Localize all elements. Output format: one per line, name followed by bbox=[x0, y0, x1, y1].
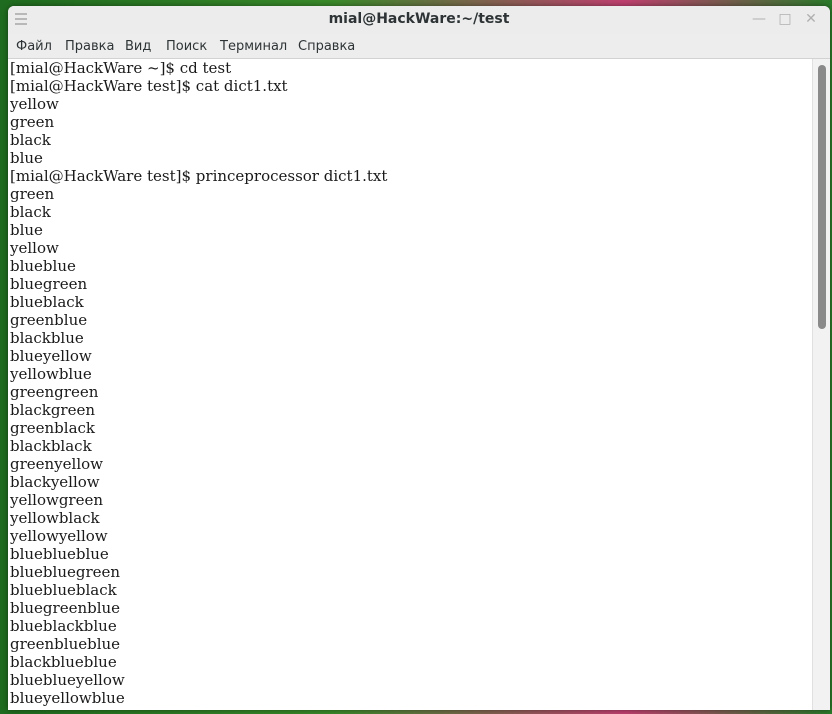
terminal-line: yellowyellow bbox=[10, 527, 108, 545]
terminal-line: blueblueblue bbox=[10, 545, 109, 563]
terminal-line: blackblueblue bbox=[10, 653, 117, 671]
minimize-button[interactable]: — bbox=[752, 12, 766, 26]
terminal-line: bluegreenblue bbox=[10, 599, 121, 617]
menu-help[interactable]: Справка bbox=[298, 39, 355, 54]
menu-terminal[interactable]: Терминал bbox=[220, 39, 287, 54]
terminal-line: blue bbox=[10, 221, 43, 239]
terminal-line: blueyellow bbox=[10, 347, 92, 365]
terminal-line: [mial@HackWare test]$ princeprocessor di… bbox=[10, 167, 388, 185]
terminal-line: yellow bbox=[10, 95, 59, 113]
terminal-line: greenblueblue bbox=[10, 635, 121, 653]
terminal-line: greenblue bbox=[10, 311, 88, 329]
window-title: mial@HackWare:~/test bbox=[328, 11, 510, 27]
terminal-line: greenyellow bbox=[10, 455, 104, 473]
terminal-line: blackyellow bbox=[10, 473, 100, 491]
terminal-line: blackblack bbox=[10, 437, 92, 455]
terminal-line: greengreen bbox=[10, 383, 99, 401]
scrollbar[interactable] bbox=[812, 59, 830, 710]
terminal-line: blueblueblack bbox=[10, 581, 117, 599]
menu-view[interactable]: Вид bbox=[125, 39, 151, 54]
menu-edit[interactable]: Правка bbox=[65, 39, 114, 54]
terminal-line: blackgreen bbox=[10, 401, 96, 419]
menu-bar: Файл Правка Вид Поиск Терминал Справка bbox=[8, 34, 830, 59]
terminal-line: blueblackblue bbox=[10, 617, 117, 635]
terminal-line: yellow bbox=[10, 239, 59, 257]
terminal-line: blue bbox=[10, 149, 43, 167]
terminal-line: green bbox=[10, 113, 55, 131]
terminal-line: yellowgreen bbox=[10, 491, 104, 509]
terminal-line: greenblack bbox=[10, 419, 96, 437]
terminal-line: black bbox=[10, 203, 51, 221]
terminal-output[interactable]: [mial@HackWare ~]$ cd test [mial@HackWare… bbox=[8, 59, 812, 710]
terminal-line: yellowblack bbox=[10, 509, 100, 527]
title-bar[interactable]: mial@HackWare:~/test — □ ✕ bbox=[8, 6, 830, 34]
terminal-line: blueblue bbox=[10, 257, 76, 275]
close-button[interactable]: ✕ bbox=[804, 12, 818, 26]
menu-file[interactable]: Файл bbox=[16, 39, 52, 54]
terminal-line: [mial@HackWare ~]$ cd test bbox=[10, 59, 232, 77]
terminal-line: green bbox=[10, 185, 55, 203]
terminal-line: blueblack bbox=[10, 293, 84, 311]
terminal-line: yellowblue bbox=[10, 365, 92, 383]
scrollbar-thumb[interactable] bbox=[818, 65, 826, 329]
terminal-line: blueyellowblue bbox=[10, 689, 125, 707]
terminal-line: blueblueyellow bbox=[10, 671, 125, 689]
terminal-line: black bbox=[10, 131, 51, 149]
terminal-line: [mial@HackWare test]$ cat dict1.txt bbox=[10, 77, 288, 95]
terminal-window: mial@HackWare:~/test — □ ✕ Файл Правка В… bbox=[8, 6, 830, 710]
menu-search[interactable]: Поиск bbox=[166, 39, 207, 54]
maximize-button[interactable]: □ bbox=[778, 12, 792, 26]
terminal-line: blackblue bbox=[10, 329, 84, 347]
terminal-line: bluebluegreen bbox=[10, 563, 121, 581]
terminal-line: bluegreen bbox=[10, 275, 88, 293]
